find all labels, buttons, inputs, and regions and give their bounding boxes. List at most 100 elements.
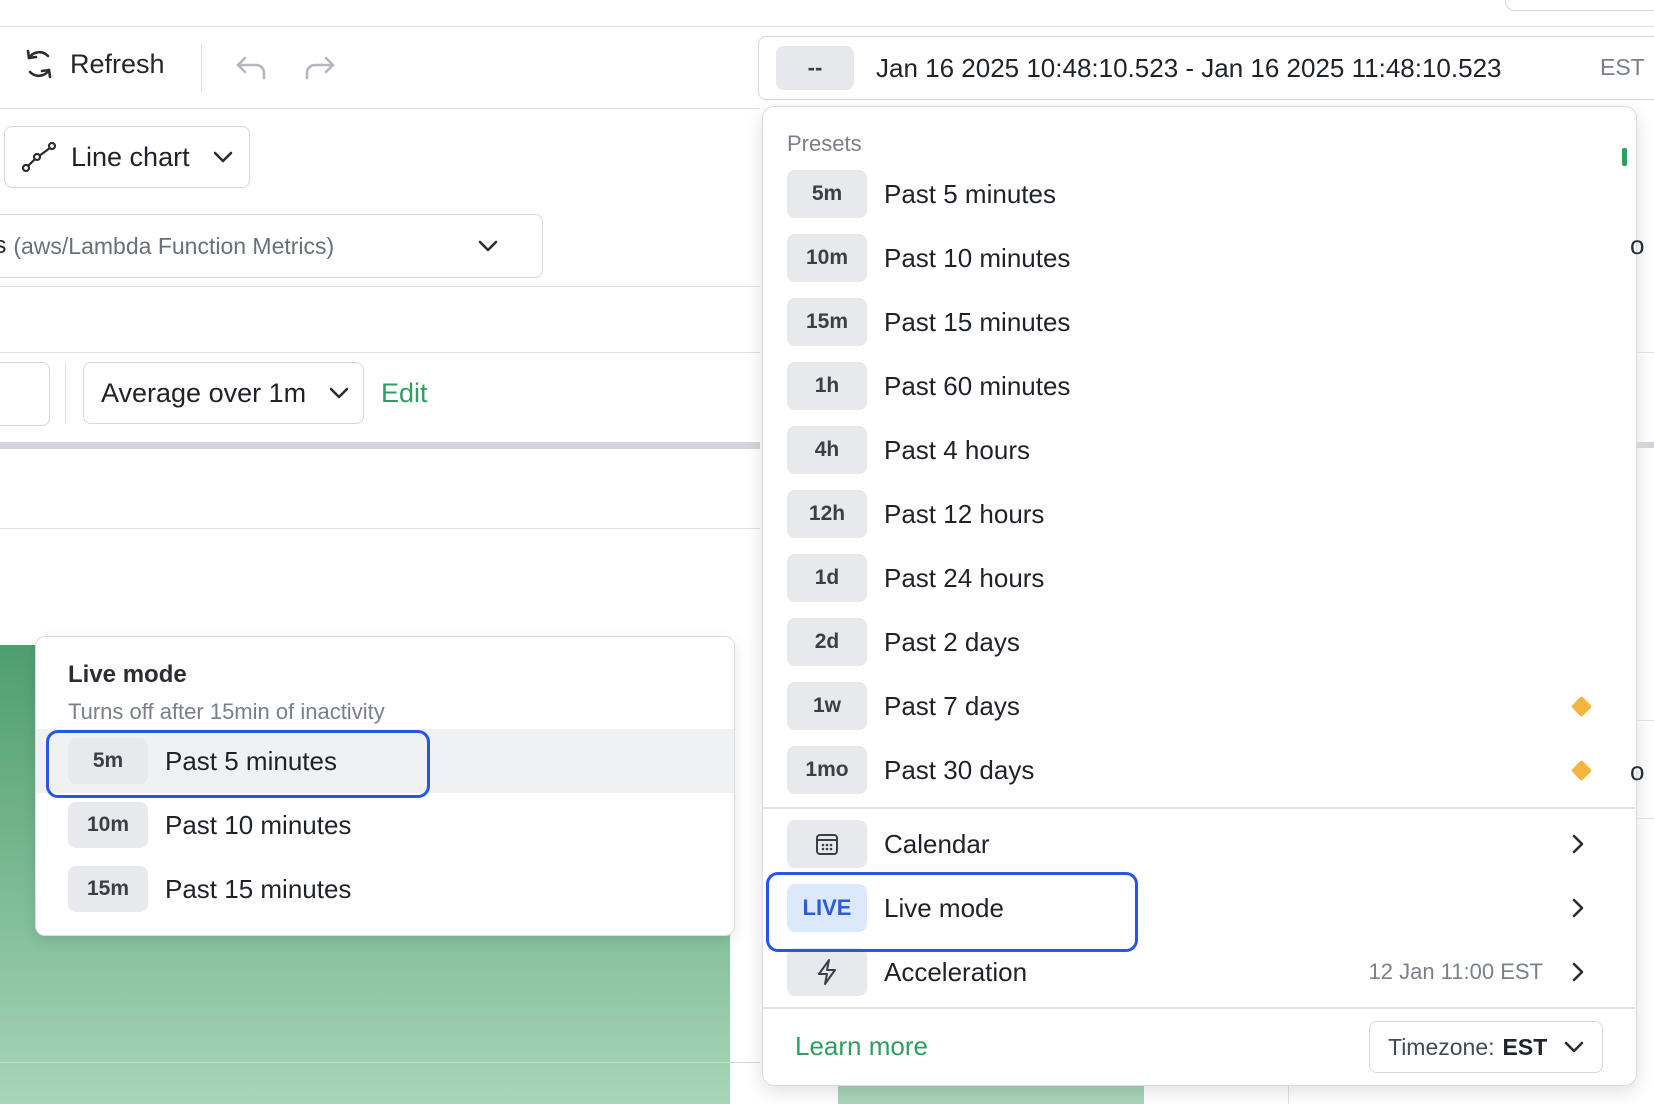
chevron-right-icon [1572, 962, 1584, 982]
preset-4h[interactable]: 4h Past 4 hours [787, 422, 1607, 478]
top-right-button-edge [1505, 0, 1654, 11]
live-mode-popover: Live mode Turns off after 15min of inact… [35, 636, 735, 936]
preset-12h[interactable]: 12h Past 12 hours [787, 486, 1607, 542]
live-option-10m[interactable]: 10m Past 10 minutes [36, 793, 734, 857]
metric-name: gs [0, 232, 7, 259]
range-chip: -- [776, 46, 854, 90]
premium-diamond-icon [1570, 759, 1593, 781]
section-divider [0, 528, 760, 529]
duration-chip: 15m [787, 298, 867, 346]
edit-link[interactable]: Edit [381, 378, 428, 409]
preset-2d[interactable]: 2d Past 2 days [787, 614, 1607, 670]
chart-type-select[interactable]: Line chart [4, 126, 250, 188]
chevron-right-icon [1572, 898, 1584, 918]
panel-separator-bar [0, 442, 760, 449]
menu-divider [763, 1007, 1635, 1009]
acceleration-label: Acceleration [884, 956, 1028, 987]
clipped-green-mark [1622, 148, 1627, 166]
background-line [1637, 818, 1654, 819]
background-line [1637, 352, 1654, 353]
highlight-outline [46, 730, 430, 798]
preset-label: Past 10 minutes [884, 242, 1071, 273]
highlight-outline [766, 872, 1138, 952]
duration-chip: 1d [787, 554, 867, 602]
chevron-down-icon [329, 387, 349, 399]
duration-chip: 10m [787, 234, 867, 282]
top-divider [0, 26, 1654, 27]
refresh-button[interactable]: Refresh [22, 44, 165, 84]
timezone-value: EST [1502, 1033, 1548, 1060]
refresh-icon [26, 49, 52, 79]
line-chart-icon [21, 141, 57, 173]
preset-label: Past 7 days [884, 690, 1020, 721]
timezone-label: Timezone: [1388, 1033, 1495, 1060]
calendar-icon [816, 834, 838, 855]
calendar-chip [787, 820, 867, 868]
duration-chip: 15m [68, 866, 148, 912]
duration-chip: 10m [68, 802, 148, 848]
refresh-label: Refresh [70, 48, 165, 79]
undo-button[interactable] [234, 54, 268, 87]
background-line [1637, 720, 1654, 721]
toolbar-divider [0, 108, 760, 109]
duration-chip: 1w [787, 682, 867, 730]
time-range-text: Jan 16 2025 10:48:10.523 - Jan 16 2025 1… [876, 52, 1502, 83]
preset-15m[interactable]: 15m Past 15 minutes [787, 294, 1607, 350]
aggregation-select[interactable]: Average over 1m [83, 362, 364, 424]
preset-1h[interactable]: 1h Past 60 minutes [787, 358, 1607, 414]
background-line [1637, 442, 1654, 448]
timezone-indicator: EST [1600, 54, 1645, 80]
option-label: Past 10 minutes [165, 809, 352, 840]
query-input[interactable] [0, 362, 50, 426]
gridline [0, 1062, 760, 1063]
lightning-icon [818, 959, 836, 985]
duration-chip: 4h [787, 426, 867, 474]
preset-label: Past 4 hours [884, 434, 1030, 465]
chevron-down-icon [1564, 1041, 1584, 1053]
live-mode-subtitle: Turns off after 15min of inactivity [68, 699, 385, 724]
live-option-15m[interactable]: 15m Past 15 minutes [36, 857, 734, 921]
premium-diamond-icon [1570, 695, 1593, 717]
clipped-text: o [1630, 230, 1645, 260]
preset-label: Past 2 days [884, 626, 1020, 657]
live-mode-title: Live mode [68, 661, 187, 688]
acceleration-meta: 12 Jan 11:00 EST [1368, 959, 1544, 984]
duration-chip: 12h [787, 490, 867, 538]
metric-source: (aws/Lambda Function Metrics) [13, 232, 335, 259]
presets-header: Presets [787, 131, 862, 156]
time-presets-dropdown: Presets 5m Past 5 minutes 10m Past 10 mi… [762, 106, 1637, 1086]
chevron-right-icon [1572, 834, 1584, 854]
redo-button[interactable] [303, 54, 337, 87]
aggregation-label: Average over 1m [101, 377, 307, 408]
learn-more-link[interactable]: Learn more [795, 1031, 928, 1062]
duration-chip: 5m [787, 170, 867, 218]
preset-1mo[interactable]: 1mo Past 30 days [787, 742, 1607, 798]
time-range-picker[interactable]: -- Jan 16 2025 10:48:10.523 - Jan 16 202… [758, 36, 1654, 100]
chevron-down-icon [478, 240, 498, 252]
preset-label: Past 12 hours [884, 498, 1045, 529]
undo-icon [236, 56, 266, 80]
chevron-down-icon [213, 151, 232, 163]
preset-1d[interactable]: 1d Past 24 hours [787, 550, 1607, 606]
menu-divider [763, 807, 1635, 809]
toolbar-separator [65, 362, 66, 424]
preset-5m[interactable]: 5m Past 5 minutes [787, 166, 1607, 222]
section-divider [0, 286, 760, 287]
timezone-select[interactable]: Timezone: EST [1369, 1021, 1603, 1073]
metric-select[interactable]: gs (aws/Lambda Function Metrics) [0, 214, 543, 278]
preset-label: Past 30 days [884, 754, 1035, 785]
section-divider [0, 352, 760, 353]
chart-type-label: Line chart [71, 141, 190, 172]
calendar-option[interactable]: Calendar [787, 816, 1607, 872]
acceleration-option[interactable]: Acceleration 12 Jan 11:00 EST [787, 944, 1607, 1000]
toolbar-separator [201, 44, 202, 92]
duration-chip: 1h [787, 362, 867, 410]
preset-label: Past 24 hours [884, 562, 1045, 593]
duration-chip: 2d [787, 618, 867, 666]
option-label: Past 15 minutes [165, 873, 352, 904]
preset-label: Past 5 minutes [884, 178, 1056, 209]
calendar-label: Calendar [884, 828, 990, 859]
preset-10m[interactable]: 10m Past 10 minutes [787, 230, 1607, 286]
preset-label: Past 60 minutes [884, 370, 1071, 401]
preset-1w[interactable]: 1w Past 7 days [787, 678, 1607, 734]
